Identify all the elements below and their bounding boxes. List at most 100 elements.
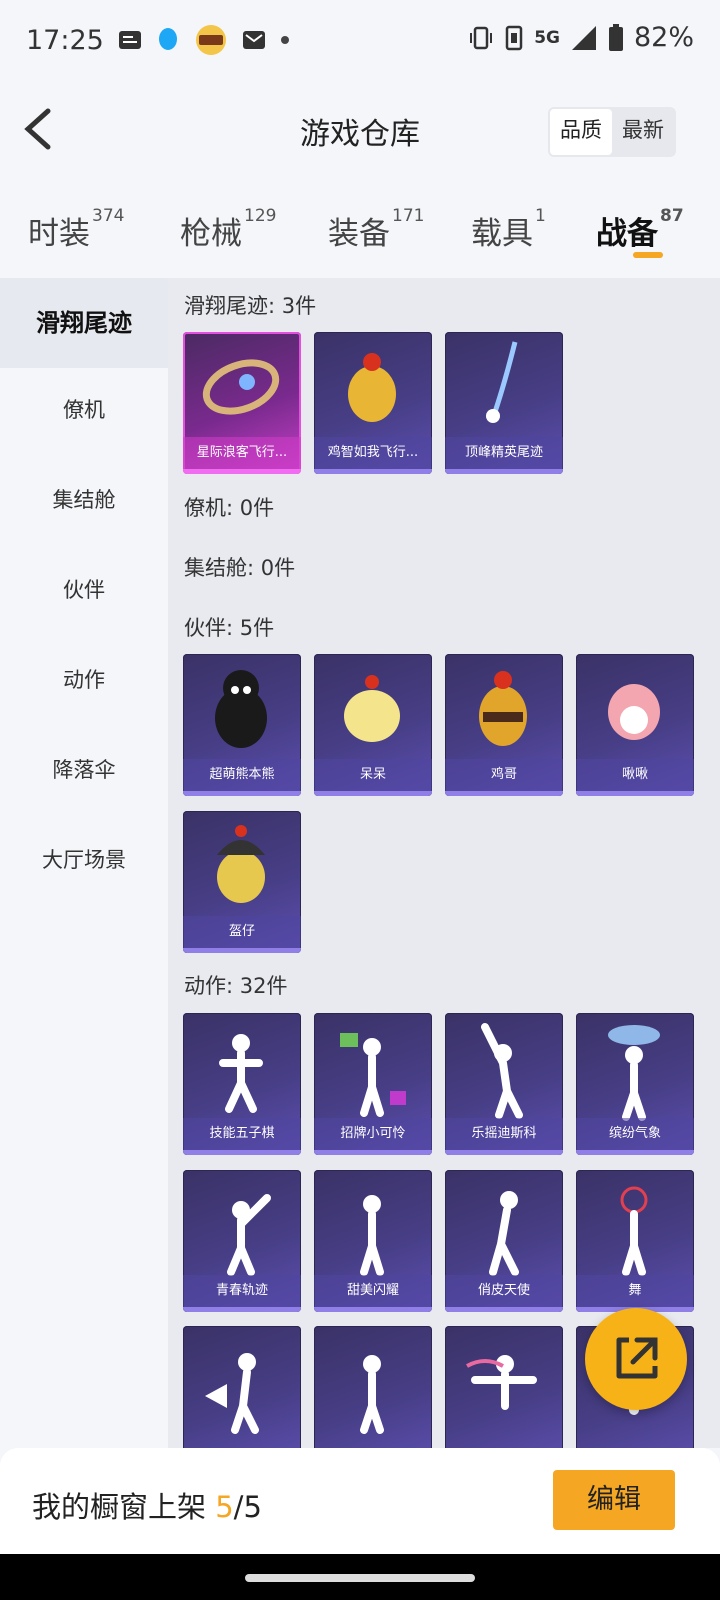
showcase-current: 5 (215, 1490, 234, 1524)
item-name: 呆呆 (314, 759, 432, 791)
message-icon (118, 31, 141, 49)
home-gesture-bar[interactable] (245, 1574, 475, 1582)
tab-count: 1 (535, 206, 546, 226)
item-card[interactable]: 超萌熊本熊 (183, 654, 301, 796)
qq-icon (158, 28, 177, 50)
item-name: 青春轨迹 (183, 1275, 301, 1307)
item-card[interactable] (314, 1326, 432, 1448)
chick-icon (344, 675, 400, 742)
rarity-bar (314, 1307, 432, 1312)
edit-button[interactable]: 编辑 (553, 1470, 675, 1530)
rarity-bar (183, 1150, 301, 1155)
item-card[interactable]: 招牌小可怜 (314, 1013, 432, 1155)
sidebar-item-pod[interactable]: 集结舱 (0, 455, 168, 545)
tab-count: 374 (92, 206, 125, 226)
tab-fashion[interactable]: 时装 374 (28, 206, 125, 253)
status-time: 17:25 (26, 24, 104, 56)
tab-label: 时装 (28, 216, 90, 252)
rarity-bar (576, 791, 694, 796)
app-icon (195, 25, 226, 55)
rarity-bar (314, 469, 432, 474)
system-nav-bar (0, 1554, 720, 1600)
item-card[interactable]: 舞 (576, 1170, 694, 1312)
section-title-partner: 伙伴: 5件 (184, 616, 275, 640)
sort-newest-button[interactable]: 最新 (612, 109, 674, 155)
item-card[interactable]: 星际浪客飞行... (183, 332, 301, 474)
figure-icon (481, 1023, 523, 1119)
item-name: 鸡哥 (445, 759, 563, 791)
item-name: 星际浪客飞行... (183, 437, 301, 469)
rarity-bar (183, 948, 301, 953)
more-dot-icon (280, 36, 289, 44)
item-card[interactable]: 顶峰精英尾迹 (445, 332, 563, 474)
mail-icon (242, 31, 265, 49)
rarity-bar (576, 1150, 694, 1155)
sidebar-item-emote[interactable]: 动作 (0, 635, 168, 725)
figure-icon (227, 1194, 271, 1276)
item-card[interactable]: 技能五子棋 (183, 1013, 301, 1155)
item-card[interactable]: 乐摇迪斯科 (445, 1013, 563, 1155)
rarity-bar (183, 1307, 301, 1312)
item-card[interactable]: 缤纷气象 (576, 1013, 694, 1155)
battery-icon (608, 23, 623, 51)
bird-icon (608, 684, 660, 740)
tab-count: 171 (392, 206, 425, 226)
section-title-wingman: 僚机: 0件 (184, 496, 275, 520)
category-tabs: 时装 374 枪械 129 装备 171 载具 1 战备 87 (0, 200, 720, 270)
tab-gear[interactable]: 战备 87 (596, 206, 684, 253)
figure-icon (489, 1191, 519, 1276)
rarity-bar (445, 469, 563, 474)
figure-icon (360, 1195, 384, 1276)
item-grid: 滑翔尾迹: 3件 星际浪客飞行... 鸡智如我飞行... 顶峰精英尾迹 僚机: … (168, 278, 720, 1448)
item-card[interactable]: 青春轨迹 (183, 1170, 301, 1312)
item-card[interactable] (445, 1326, 563, 1448)
rarity-bar (183, 469, 301, 474)
sidebar-item-parachute[interactable]: 降落伞 (0, 725, 168, 815)
sidebar-item-partner[interactable]: 伙伴 (0, 545, 168, 635)
rarity-bar (314, 1150, 432, 1155)
share-button[interactable] (585, 1308, 687, 1410)
status-bar: 17:25 5G 82% (0, 0, 720, 80)
tab-count: 129 (244, 206, 277, 226)
sidebar-item-lobby[interactable]: 大厅场景 (0, 815, 168, 905)
item-name: 舞 (576, 1275, 694, 1307)
item-card[interactable]: 啾啾 (576, 654, 694, 796)
bear-icon (215, 670, 267, 748)
item-card[interactable] (183, 1326, 301, 1448)
item-card[interactable]: 鸡哥 (445, 654, 563, 796)
item-card[interactable]: 俏皮天使 (445, 1170, 563, 1312)
item-name: 超萌熊本熊 (183, 759, 301, 791)
showcase-label: 我的橱窗上架 (32, 1490, 216, 1524)
tab-vehicles[interactable]: 载具 1 (471, 206, 546, 253)
tab-label: 载具 (471, 216, 533, 252)
sort-quality-button[interactable]: 品质 (550, 109, 612, 155)
sidebar-item-trail[interactable]: 滑翔尾迹 (0, 278, 168, 368)
item-name: 技能五子棋 (183, 1118, 301, 1150)
tab-label: 枪械 (180, 216, 242, 252)
item-card[interactable]: 鸡智如我飞行... (314, 332, 432, 474)
showcase-bar: 我的橱窗上架 5/5 编辑 (0, 1448, 720, 1554)
figure-icon (360, 1355, 384, 1434)
rarity-bar (445, 1307, 563, 1312)
item-card[interactable]: 盔仔 (183, 811, 301, 953)
signal-icon (571, 25, 596, 50)
item-name: 缤纷气象 (576, 1118, 694, 1150)
sidebar-item-wingman[interactable]: 僚机 (0, 365, 168, 455)
item-name: 鸡智如我飞行... (314, 437, 432, 469)
section-title-pod: 集结舱: 0件 (184, 556, 296, 580)
active-tab-indicator (633, 252, 663, 258)
item-name: 盔仔 (183, 916, 301, 948)
battery-level: 82% (633, 22, 694, 53)
header: 游戏仓库 品质 最新 (0, 95, 720, 167)
trail-icon (486, 341, 518, 423)
rarity-bar (445, 1150, 563, 1155)
share-icon (616, 1337, 658, 1379)
item-card[interactable]: 呆呆 (314, 654, 432, 796)
showcase-status: 我的橱窗上架 5/5 (32, 1484, 262, 1526)
tab-guns[interactable]: 枪械 129 (180, 206, 277, 253)
rarity-bar (445, 791, 563, 796)
item-card[interactable]: 甜美闪耀 (314, 1170, 432, 1312)
figure-icon (620, 1186, 648, 1276)
section-title-trail: 滑翔尾迹: 3件 (184, 294, 317, 318)
tab-equipment[interactable]: 装备 171 (328, 206, 425, 253)
